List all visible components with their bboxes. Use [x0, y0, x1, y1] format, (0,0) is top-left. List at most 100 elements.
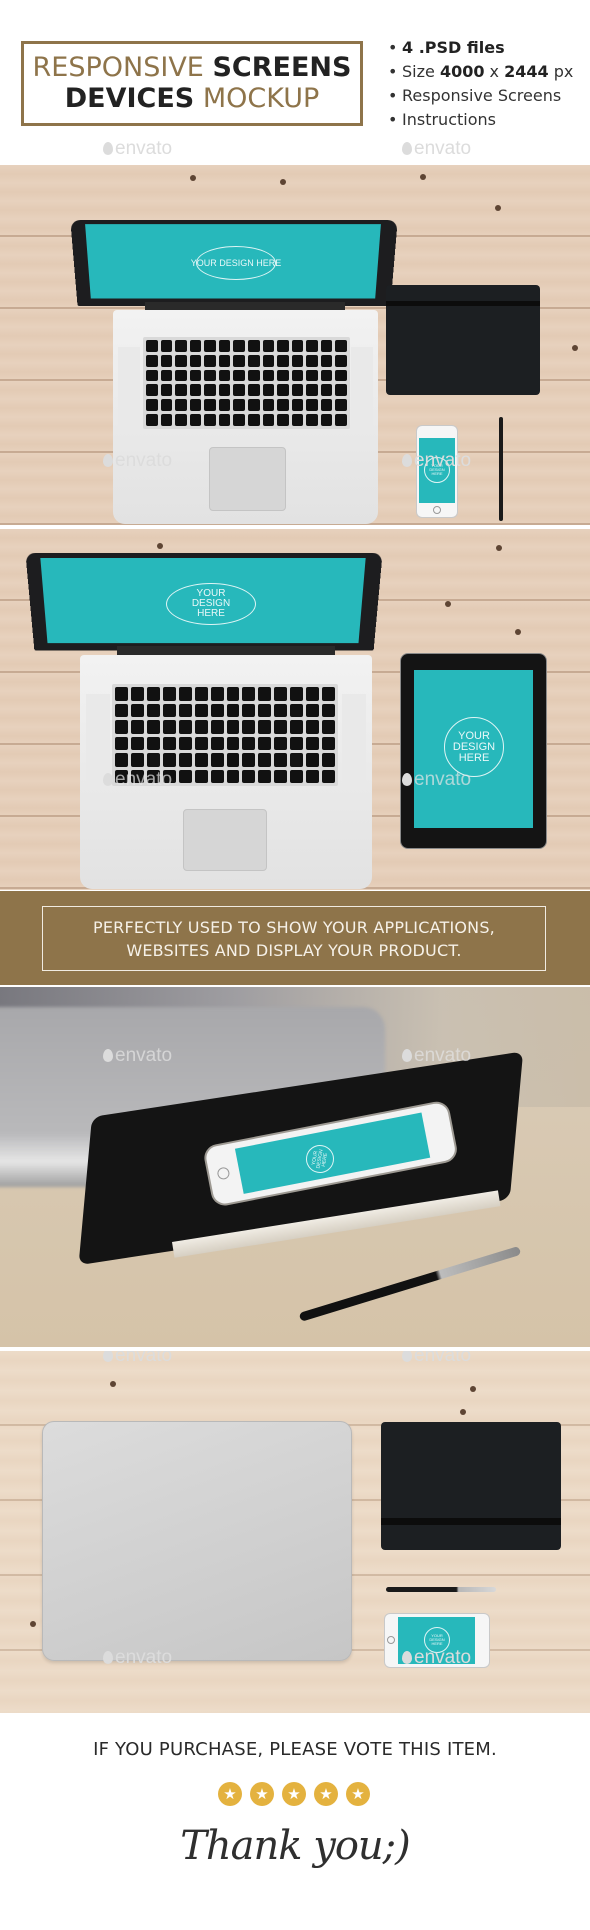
watermark-text: envato — [115, 1351, 173, 1366]
envato-leaf-icon — [402, 1049, 412, 1062]
envato-watermark: envato — [402, 1647, 471, 1669]
keyboard-key — [218, 354, 231, 367]
star-icon[interactable]: ★ — [218, 1782, 242, 1806]
tagline-line-2: WEBSITES AND DISPLAY YOUR PRODUCT. — [126, 941, 462, 960]
keyboard-key — [115, 736, 128, 750]
keyboard-key — [146, 354, 158, 367]
keyboard-key — [277, 369, 289, 382]
keyboard-key — [335, 340, 347, 352]
watermark-text: envato — [414, 1045, 472, 1066]
keyboard-key — [322, 687, 335, 701]
keyboard-key — [290, 736, 304, 750]
watermark-text: envato — [115, 450, 173, 471]
design-placeholder-logo: YOUR DESIGN HERE — [191, 246, 281, 280]
keyboard-key — [258, 753, 272, 767]
keyboard-key — [291, 369, 304, 382]
keyboard-key — [291, 384, 304, 397]
keyboard-key — [322, 703, 335, 717]
bullet-icon: • — [388, 110, 398, 129]
keyboard-key — [210, 720, 224, 734]
keyboard-key — [320, 384, 333, 397]
star-rating[interactable]: ★ ★ ★ ★ ★ — [218, 1782, 372, 1806]
envato-leaf-icon — [103, 1351, 113, 1362]
mockup-photo-4: YOUR DESIGN HERE envato envato envato enva… — [0, 1351, 590, 1713]
keyboard-key — [247, 369, 260, 382]
keyboard-key — [204, 399, 216, 412]
envato-watermark: envato — [103, 1045, 172, 1067]
keyboard-key — [204, 414, 216, 426]
watermark-text: envato — [414, 1647, 472, 1668]
keyboard-key — [290, 687, 304, 701]
title-word-devices: DEVICES — [64, 83, 195, 114]
keyboard-key — [210, 769, 224, 783]
keyboard-key — [233, 414, 245, 426]
watermark-text: envato — [115, 769, 173, 790]
feature-height: 2444 — [504, 62, 549, 81]
star-icon[interactable]: ★ — [314, 1782, 338, 1806]
keyboard-key — [306, 340, 318, 352]
keyboard-key — [258, 703, 272, 717]
design-text: HERE — [320, 1152, 329, 1168]
keyboard-key — [335, 414, 347, 426]
envato-watermark: envato — [402, 450, 471, 472]
keyboard-key — [306, 354, 318, 367]
pen — [298, 1245, 522, 1322]
keyboard-key — [291, 414, 304, 426]
keyboard-key — [320, 399, 333, 412]
envato-leaf-icon — [402, 142, 412, 155]
envato-leaf-icon — [402, 1351, 412, 1362]
keyboard-key — [218, 384, 231, 397]
keyboard-key — [247, 399, 260, 412]
tagline-line-1: PERFECTLY USED TO SHOW YOUR APPLICATIONS… — [93, 918, 495, 937]
keyboard-key — [306, 414, 318, 426]
keyboard-key — [175, 369, 187, 382]
envato-leaf-icon — [402, 1651, 412, 1664]
keyboard-key — [162, 687, 176, 701]
keyboard-key — [160, 369, 173, 382]
keyboard-key — [233, 354, 245, 367]
envato-watermark: envato — [402, 769, 471, 791]
bullet-icon: • — [388, 62, 398, 81]
keyboard-key — [322, 753, 335, 767]
keyboard-key — [320, 354, 333, 367]
laptop-speaker — [118, 347, 140, 430]
closed-laptop — [42, 1421, 352, 1661]
thank-you-text: Thank you;) — [180, 1823, 411, 1869]
keyboard-key — [178, 769, 192, 783]
keyboard-key — [189, 399, 202, 412]
wood-knot — [157, 543, 163, 549]
keyboard-key — [226, 687, 240, 701]
keyboard-key — [146, 736, 160, 750]
keyboard-key — [247, 414, 260, 426]
watermark-text: envato — [414, 450, 472, 471]
keyboard-key — [258, 736, 272, 750]
design-text: YOUR — [458, 729, 490, 742]
keyboard-key — [115, 687, 128, 701]
feature-unit: px — [548, 62, 574, 81]
keyboard-key — [290, 769, 304, 783]
envato-leaf-icon — [103, 142, 113, 155]
keyboard-key — [335, 354, 347, 367]
keyboard-key — [242, 687, 256, 701]
keyboard-key — [194, 703, 208, 717]
pen — [386, 1587, 496, 1592]
keyboard-key — [233, 340, 245, 352]
star-icon[interactable]: ★ — [346, 1782, 370, 1806]
star-icon[interactable]: ★ — [250, 1782, 274, 1806]
keyboard-key — [274, 703, 288, 717]
keyboard-key — [306, 384, 318, 397]
keyboard-key — [274, 687, 288, 701]
keyboard-key — [218, 340, 231, 352]
feature-times: x — [484, 62, 505, 81]
star-icon[interactable]: ★ — [282, 1782, 306, 1806]
title-box: RESPONSIVE SCREENS DEVICES MOCKUP — [21, 41, 363, 126]
keyboard-key — [247, 340, 260, 352]
keyboard-key — [189, 369, 202, 382]
keyboard-key — [306, 769, 320, 783]
keyboard-key — [194, 736, 208, 750]
feature-item: • Responsive Screens — [388, 84, 588, 108]
keyboard-key — [194, 687, 208, 701]
laptop-speaker — [342, 694, 366, 789]
notebook-band — [386, 301, 540, 306]
header: RESPONSIVE SCREENS DEVICES MOCKUP • 4 .PS… — [0, 0, 590, 165]
